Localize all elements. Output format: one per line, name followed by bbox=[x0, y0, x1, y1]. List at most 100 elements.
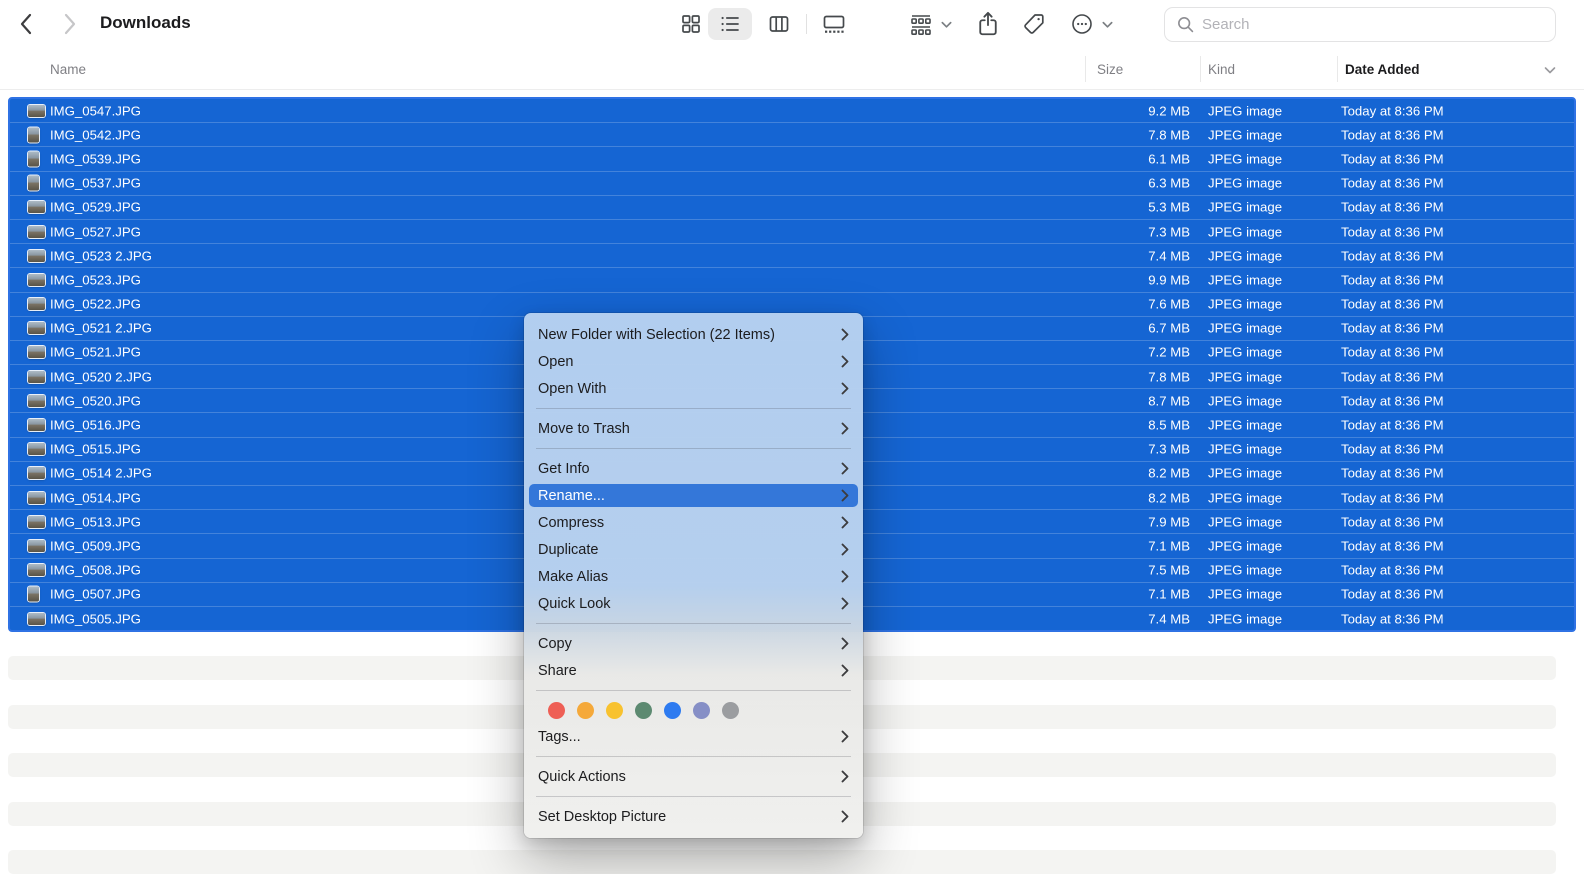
back-button[interactable] bbox=[12, 9, 42, 39]
submenu-chevron-icon bbox=[841, 810, 849, 823]
menu-item-tags[interactable]: Tags... bbox=[524, 723, 863, 750]
search-field[interactable] bbox=[1164, 7, 1556, 42]
tag-color-dot-4[interactable] bbox=[635, 701, 652, 719]
file-size: 7.6 MB bbox=[1148, 296, 1190, 312]
magnifier-icon bbox=[1176, 15, 1195, 34]
photo-thumbnail-icon bbox=[28, 104, 45, 117]
menu-item-new-folder-with-selection-22-items[interactable]: New Folder with Selection (22 Items) bbox=[524, 321, 863, 348]
column-view-button[interactable] bbox=[758, 8, 800, 40]
column-header-size[interactable]: Size bbox=[1097, 62, 1123, 77]
menu-item-share[interactable]: Share bbox=[524, 657, 863, 684]
menu-item-open-with[interactable]: Open With bbox=[524, 375, 863, 402]
file-name: IMG_0507.JPG bbox=[50, 586, 141, 602]
file-kind: JPEG image bbox=[1208, 248, 1283, 264]
menu-item-quick-look[interactable]: Quick Look bbox=[524, 590, 863, 617]
photo-thumbnail-icon bbox=[28, 467, 45, 480]
file-name: IMG_0505.JPG bbox=[50, 611, 141, 627]
menu-item-duplicate[interactable]: Duplicate bbox=[524, 536, 863, 563]
file-date-added: Today at 8:36 PM bbox=[1341, 369, 1444, 385]
column-header-name[interactable]: Name bbox=[50, 62, 86, 77]
file-name: IMG_0521.JPG bbox=[50, 344, 141, 360]
menu-item-move-to-trash[interactable]: Move to Trash bbox=[524, 415, 863, 442]
file-size: 7.2 MB bbox=[1148, 344, 1190, 360]
file-kind: JPEG image bbox=[1208, 514, 1283, 530]
photo-thumbnail-icon bbox=[28, 127, 39, 143]
file-row[interactable]: IMG_0542.JPG 7.8 MB JPEG image Today at … bbox=[10, 122, 1574, 146]
file-name: IMG_0515.JPG bbox=[50, 441, 141, 457]
file-date-added: Today at 8:36 PM bbox=[1341, 127, 1444, 143]
submenu-chevron-icon bbox=[841, 664, 849, 677]
file-kind: JPEG image bbox=[1208, 490, 1283, 506]
menu-item-compress[interactable]: Compress bbox=[524, 509, 863, 536]
file-date-added: Today at 8:36 PM bbox=[1341, 417, 1444, 433]
file-kind: JPEG image bbox=[1208, 465, 1283, 481]
file-row[interactable]: IMG_0523 2.JPG 7.4 MB JPEG image Today a… bbox=[10, 243, 1574, 267]
menu-item-quick-actions[interactable]: Quick Actions bbox=[524, 763, 863, 790]
tag-color-dot-1[interactable] bbox=[548, 701, 565, 719]
file-row[interactable]: IMG_0527.JPG 7.3 MB JPEG image Today at … bbox=[10, 218, 1574, 243]
forward-button[interactable] bbox=[54, 9, 84, 39]
menu-item-set-desktop-picture[interactable]: Set Desktop Picture bbox=[524, 803, 863, 830]
more-options-button[interactable] bbox=[1062, 8, 1120, 40]
empty-row-stripe bbox=[8, 850, 1556, 874]
menu-separator bbox=[536, 623, 851, 624]
file-size: 9.9 MB bbox=[1148, 272, 1190, 288]
tag-icon bbox=[1021, 11, 1047, 37]
column-header-kind[interactable]: Kind bbox=[1208, 62, 1235, 77]
file-name: IMG_0514.JPG bbox=[50, 490, 141, 506]
menu-separator bbox=[536, 408, 851, 409]
photo-thumbnail-icon bbox=[28, 394, 45, 407]
tag-color-dot-5[interactable] bbox=[664, 701, 681, 719]
gallery-view-icon bbox=[821, 12, 847, 36]
menu-item-rename[interactable]: Rename... bbox=[529, 484, 858, 507]
group-by-button[interactable] bbox=[900, 8, 960, 40]
file-date-added: Today at 8:36 PM bbox=[1341, 441, 1444, 457]
menu-item-make-alias[interactable]: Make Alias bbox=[524, 563, 863, 590]
file-row[interactable]: IMG_0537.JPG 6.3 MB JPEG image Today at … bbox=[10, 170, 1574, 195]
file-row[interactable]: IMG_0547.JPG 9.2 MB JPEG image Today at … bbox=[10, 99, 1574, 122]
icon-view-button[interactable] bbox=[672, 8, 710, 40]
file-name: IMG_0537.JPG bbox=[50, 175, 141, 191]
tag-color-dot-3[interactable] bbox=[606, 701, 623, 719]
menu-item-get-info[interactable]: Get Info bbox=[524, 455, 863, 482]
grid-view-icon bbox=[679, 12, 703, 36]
menu-item-open[interactable]: Open bbox=[524, 348, 863, 375]
file-row[interactable]: IMG_0539.JPG 6.1 MB JPEG image Today at … bbox=[10, 146, 1574, 170]
file-row[interactable]: IMG_0529.JPG 5.3 MB JPEG image Today at … bbox=[10, 194, 1574, 219]
file-name: IMG_0520 2.JPG bbox=[50, 369, 152, 385]
tag-color-dot-2[interactable] bbox=[577, 701, 594, 719]
file-kind: JPEG image bbox=[1208, 344, 1283, 360]
sort-direction-chevron-icon[interactable] bbox=[1543, 63, 1557, 77]
column-header-date-added[interactable]: Date Added bbox=[1345, 62, 1420, 77]
menu-separator bbox=[536, 690, 851, 691]
file-kind: JPEG image bbox=[1208, 103, 1283, 119]
file-size: 7.1 MB bbox=[1148, 586, 1190, 602]
share-button[interactable] bbox=[968, 8, 1008, 40]
photo-thumbnail-icon bbox=[28, 515, 45, 528]
photo-thumbnail-icon bbox=[28, 175, 39, 191]
file-date-added: Today at 8:36 PM bbox=[1341, 248, 1444, 264]
chevron-left-icon bbox=[16, 11, 38, 37]
list-view-button[interactable] bbox=[708, 8, 752, 40]
toolbar-divider bbox=[806, 14, 807, 34]
photo-thumbnail-icon bbox=[28, 564, 45, 577]
submenu-chevron-icon bbox=[841, 570, 849, 583]
search-input[interactable] bbox=[1202, 16, 1544, 33]
tag-color-dot-6[interactable] bbox=[693, 701, 710, 719]
file-date-added: Today at 8:36 PM bbox=[1341, 199, 1444, 215]
column-divider bbox=[1337, 56, 1338, 82]
file-size: 7.1 MB bbox=[1148, 538, 1190, 554]
menu-separator bbox=[536, 448, 851, 449]
file-size: 7.9 MB bbox=[1148, 514, 1190, 530]
file-row[interactable]: IMG_0523.JPG 9.9 MB JPEG image Today at … bbox=[10, 267, 1574, 291]
menu-separator bbox=[536, 756, 851, 757]
tag-color-dot-7[interactable] bbox=[722, 701, 739, 719]
gallery-view-button[interactable] bbox=[810, 8, 858, 40]
file-size: 8.2 MB bbox=[1148, 490, 1190, 506]
tags-button[interactable] bbox=[1014, 8, 1054, 40]
file-kind: JPEG image bbox=[1208, 417, 1283, 433]
page-title: Downloads bbox=[100, 13, 191, 32]
submenu-chevron-icon bbox=[841, 382, 849, 395]
menu-item-copy[interactable]: Copy bbox=[524, 630, 863, 657]
file-date-added: Today at 8:36 PM bbox=[1341, 320, 1444, 336]
